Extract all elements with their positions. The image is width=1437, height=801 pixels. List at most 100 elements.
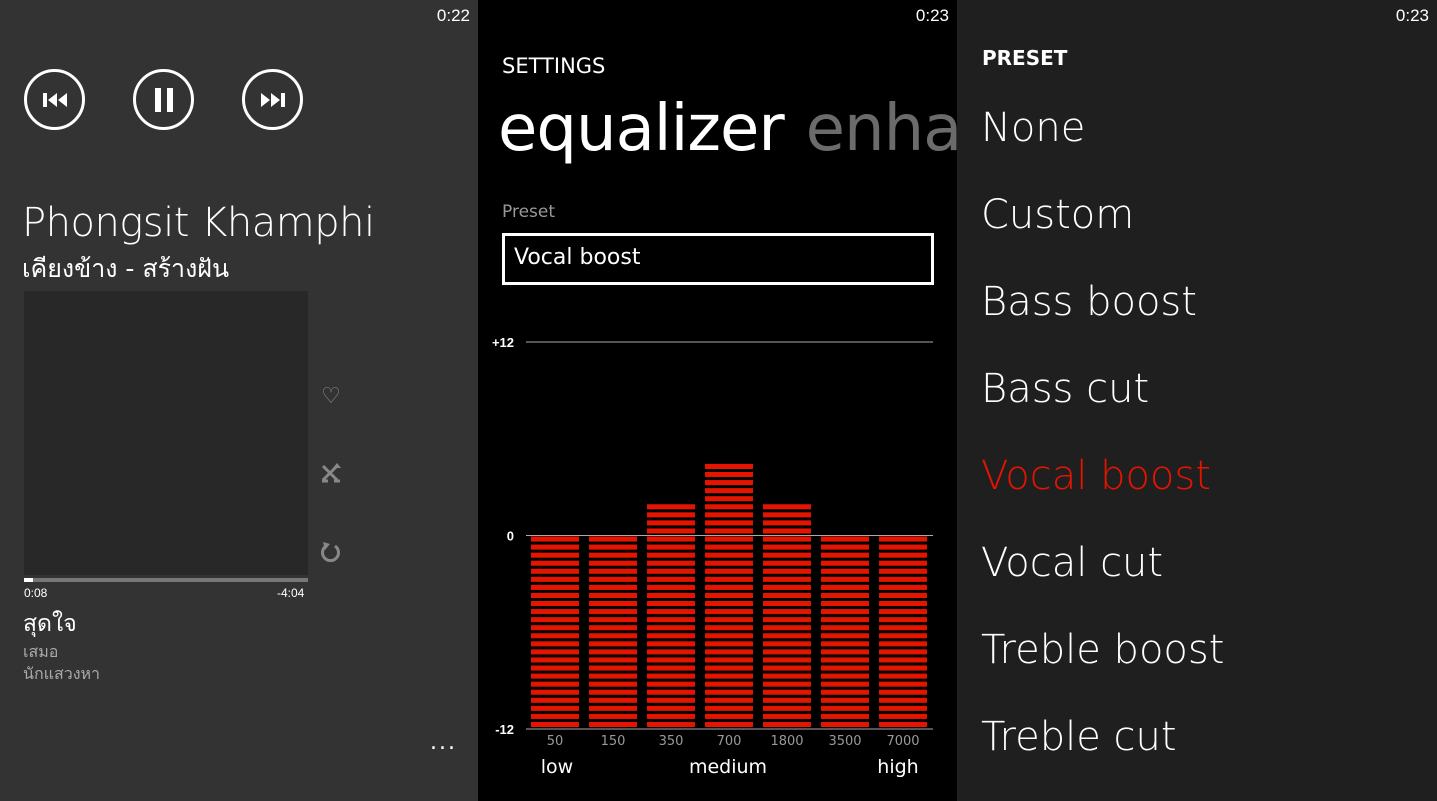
eq-bar-segment (763, 536, 811, 542)
eq-bar-segment (647, 633, 695, 639)
eq-bar-segment (705, 576, 753, 582)
eq-bar-segment (531, 617, 579, 623)
preset-option[interactable]: Vocal cut (981, 540, 1163, 586)
eq-bar-segment (647, 681, 695, 687)
preset-option[interactable]: Vocal boost (981, 453, 1211, 499)
x-tick-label: 3500 (828, 734, 861, 749)
eq-bar-segment (589, 721, 637, 727)
eq-bar-segment (705, 552, 753, 558)
previous-button[interactable] (24, 69, 85, 130)
eq-bar-segment (647, 520, 695, 526)
elapsed-time: 0:08 (24, 586, 48, 600)
eq-bar-segment (647, 689, 695, 695)
eq-bar-150[interactable] (589, 536, 637, 728)
pivot-header: equalizer enha (498, 92, 957, 166)
eq-bar-segment (589, 544, 637, 550)
eq-bar-segment (763, 665, 811, 671)
eq-bar-segment (647, 617, 695, 623)
eq-bar-segment (879, 665, 927, 671)
more-button[interactable]: ... (430, 730, 457, 755)
band-label-medium: medium (689, 756, 767, 778)
eq-bar-segment (531, 592, 579, 598)
preset-option[interactable]: Bass cut (981, 366, 1149, 412)
eq-bar-segment (763, 713, 811, 719)
eq-bar-segment (589, 641, 637, 647)
eq-bar-segment (821, 705, 869, 711)
heart-icon[interactable]: ♡ (319, 385, 343, 409)
eq-bar-700[interactable] (705, 463, 753, 727)
eq-bar-3500[interactable] (821, 536, 869, 728)
preset-option[interactable]: Treble boost (981, 627, 1224, 673)
eq-bar-segment (879, 544, 927, 550)
eq-bar-segment (879, 609, 927, 615)
eq-bar-segment (705, 617, 753, 623)
eq-bar-segment (821, 560, 869, 566)
eq-bar-350[interactable] (647, 504, 695, 727)
eq-bar-segment (879, 560, 927, 566)
eq-bar-segment (705, 584, 753, 590)
eq-bar-segment (763, 552, 811, 558)
eq-bar-segment (531, 544, 579, 550)
eq-bar-segment (705, 641, 753, 647)
tab-enhancements[interactable]: enha (806, 92, 957, 166)
eq-bar-segment (647, 552, 695, 558)
pause-icon (154, 87, 173, 112)
eq-bar-segment (821, 673, 869, 679)
eq-bar-segment (705, 705, 753, 711)
eq-bar-segment (821, 665, 869, 671)
x-tick-label: 50 (547, 734, 564, 749)
eq-bar-segment (647, 544, 695, 550)
eq-bar-segment (647, 584, 695, 590)
eq-bar-segment (531, 705, 579, 711)
preset-option[interactable]: None (981, 105, 1085, 151)
eq-bar-segment (879, 697, 927, 703)
eq-bar-segment (705, 520, 753, 526)
eq-bar-segment (879, 576, 927, 582)
pause-button[interactable] (133, 69, 194, 130)
eq-bar-segment (531, 576, 579, 582)
eq-bar-segment (705, 536, 753, 542)
eq-bar-segment (589, 649, 637, 655)
eq-bar-segment (821, 689, 869, 695)
eq-bar-segment (763, 689, 811, 695)
eq-bar-segment (821, 536, 869, 542)
repeat-icon[interactable] (319, 540, 343, 564)
preset-option[interactable]: Custom (981, 192, 1134, 238)
eq-bar-segment (879, 536, 927, 542)
equalizer-chart[interactable]: +12 0 -12 50 150 350 700 1800 3500 7000 low medium h… (478, 320, 957, 790)
eq-bar-7000[interactable] (879, 536, 927, 728)
eq-bar-segment (705, 665, 753, 671)
seek-bar[interactable] (24, 578, 308, 582)
preset-option[interactable]: Treble cut (981, 714, 1177, 760)
song-title: สุดใจ (23, 611, 77, 637)
eq-bar-segment (647, 713, 695, 719)
eq-bar-segment (763, 657, 811, 663)
tab-equalizer[interactable]: equalizer (498, 92, 785, 166)
eq-bar-segment (705, 488, 753, 494)
eq-bar-segment (879, 713, 927, 719)
eq-bar-1800[interactable] (763, 504, 811, 727)
preset-picker[interactable]: Vocal boost (502, 233, 934, 285)
next-song[interactable]: นักแสวงหา (23, 662, 100, 687)
eq-bar-segment (821, 617, 869, 623)
shuffle-icon[interactable] (319, 462, 343, 486)
now-playing-screen: 0:22 Phongsit Khamphi เคียงข้าง - สร้างฝ… (0, 0, 478, 801)
eq-bar-segment (705, 689, 753, 695)
eq-bar-segment (589, 705, 637, 711)
eq-bar-segment (705, 649, 753, 655)
eq-bar-segment (647, 609, 695, 615)
eq-bar-segment (879, 721, 927, 727)
eq-bar-50[interactable] (531, 536, 579, 728)
eq-bar-segment (705, 463, 753, 469)
preset-option[interactable]: Bass boost (981, 279, 1197, 325)
y-tick-label: -12 (495, 722, 514, 737)
eq-bar-segment (879, 625, 927, 631)
eq-bar-segment (589, 536, 637, 542)
y-tick-label: 0 (507, 529, 514, 544)
eq-bar-segment (879, 689, 927, 695)
eq-bar-segment (879, 552, 927, 558)
eq-bar-segment (763, 633, 811, 639)
next-button[interactable] (242, 69, 303, 130)
eq-bar-segment (647, 697, 695, 703)
equalizer-screen: 0:23 SETTINGS equalizer enha Preset Vocal… (478, 0, 957, 801)
